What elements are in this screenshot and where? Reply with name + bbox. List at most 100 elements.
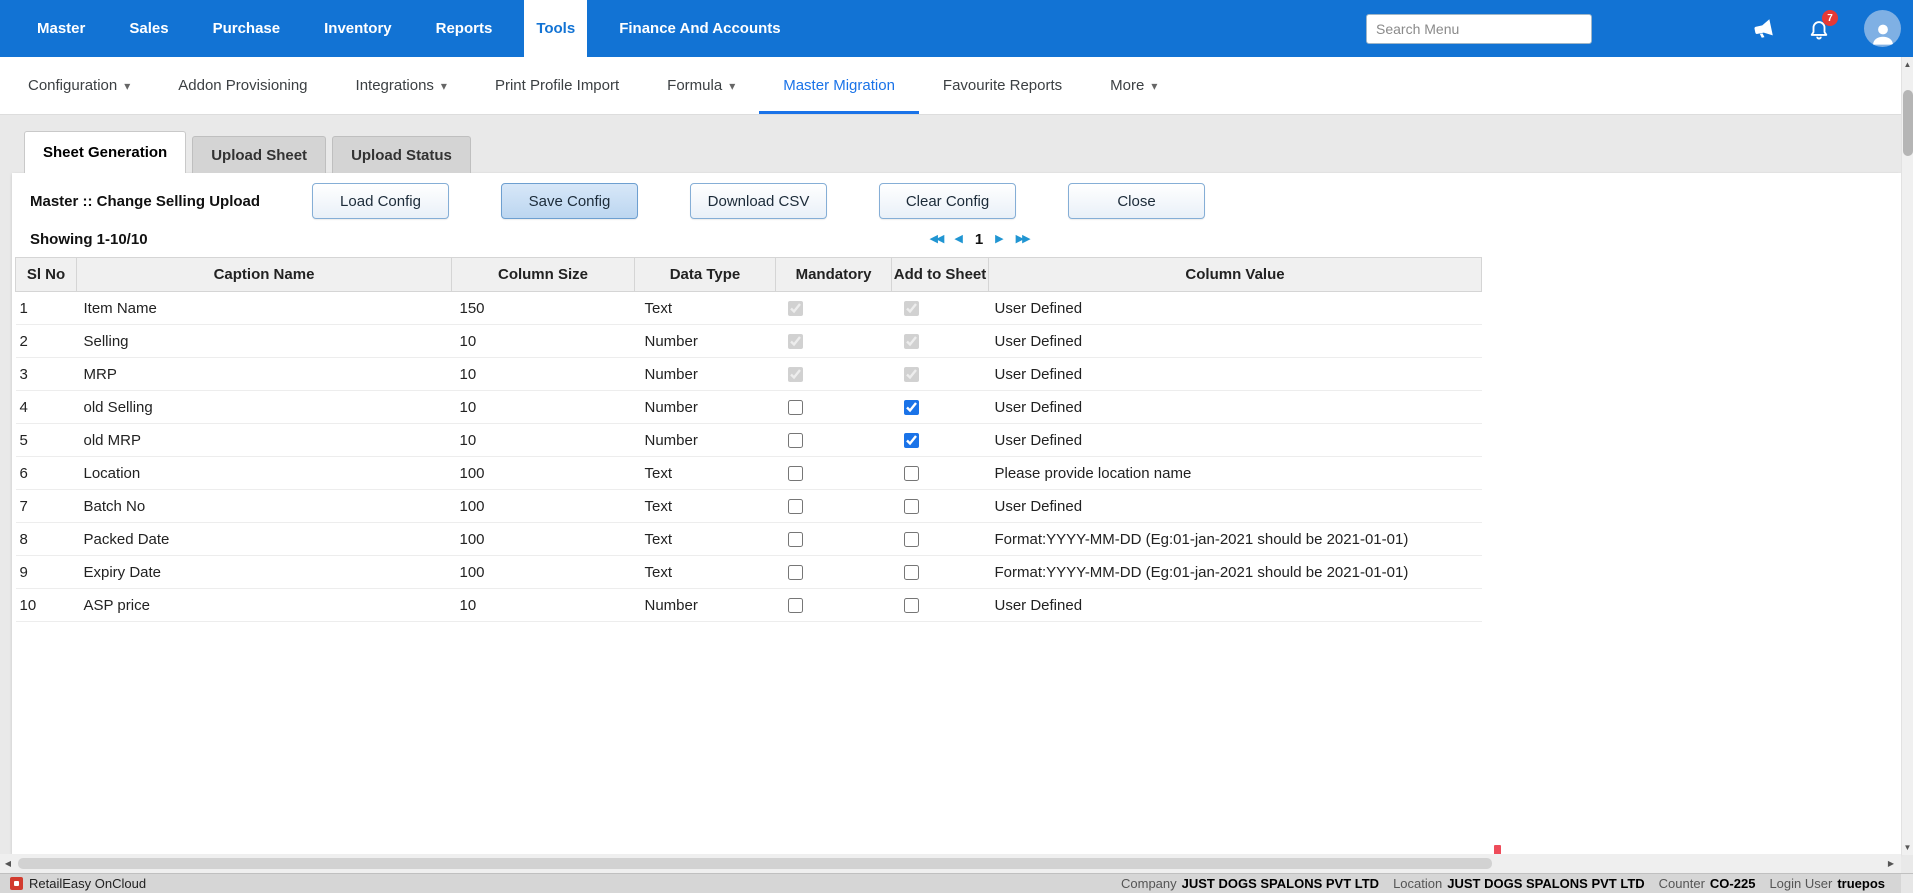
subnav-item-configuration[interactable]: Configuration ▾	[4, 57, 154, 114]
mandatory-checkbox[interactable]	[788, 532, 803, 547]
login-user-label: Login User	[1769, 876, 1832, 891]
search-menu-input[interactable]	[1366, 14, 1592, 44]
megaphone-glyph	[1750, 15, 1776, 41]
counter-field: Counter CO-225	[1659, 876, 1756, 891]
cell-column-value: User Defined	[989, 358, 1482, 391]
vertical-scrollbar[interactable]: ▲ ▼	[1901, 57, 1913, 855]
next-page-icon[interactable]: ▶	[995, 234, 1003, 245]
cell-sl-no: 6	[16, 457, 77, 490]
mandatory-checkbox[interactable]	[788, 400, 803, 415]
company-value: JUST DOGS SPALONS PVT LTD	[1182, 876, 1379, 891]
counter-label: Counter	[1659, 876, 1705, 891]
mandatory-checkbox[interactable]	[788, 334, 803, 349]
mandatory-checkbox[interactable]	[788, 565, 803, 580]
session-info: Company JUST DOGS SPALONS PVT LTD Locati…	[1121, 876, 1885, 891]
cell-column-size: 10	[452, 589, 635, 622]
announcement-icon[interactable]	[1750, 15, 1776, 41]
add-to-sheet-checkbox[interactable]	[904, 433, 919, 448]
cell-column-size: 100	[452, 556, 635, 589]
tab-upload-sheet[interactable]: Upload Sheet	[192, 136, 326, 173]
vertical-scroll-thumb[interactable]	[1903, 90, 1913, 156]
page-title: Master :: Change Selling Upload	[30, 193, 312, 210]
subnav-item-print-profile-import[interactable]: Print Profile Import	[471, 57, 643, 114]
subnav-item-master-migration[interactable]: Master Migration	[759, 57, 919, 114]
add-to-sheet-checkbox[interactable]	[904, 565, 919, 580]
cell-add-to-sheet	[892, 358, 989, 391]
close-button[interactable]: Close	[1068, 183, 1205, 219]
subnav-item-addon-provisioning[interactable]: Addon Provisioning	[154, 57, 331, 114]
cell-column-size: 10	[452, 391, 635, 424]
subnav-item-more[interactable]: More ▾	[1086, 57, 1181, 114]
add-to-sheet-checkbox[interactable]	[904, 598, 919, 613]
mandatory-checkbox[interactable]	[788, 598, 803, 613]
cell-column-value: User Defined	[989, 292, 1482, 325]
header-mandatory: Mandatory	[776, 258, 892, 292]
cell-column-value: Format:YYYY-MM-DD (Eg:01-jan-2021 should…	[989, 523, 1482, 556]
cell-mandatory	[776, 424, 892, 457]
previous-page-icon[interactable]: ◀	[954, 234, 962, 245]
subnav-item-integrations[interactable]: Integrations ▾	[332, 57, 471, 114]
table-row: 4 old Selling 10 Number User Defined	[16, 391, 1482, 424]
add-to-sheet-checkbox[interactable]	[904, 400, 919, 415]
cell-column-value: Format:YYYY-MM-DD (Eg:01-jan-2021 should…	[989, 556, 1482, 589]
first-page-icon[interactable]: ◀◀	[929, 234, 942, 245]
cell-data-type: Text	[635, 556, 776, 589]
add-to-sheet-checkbox[interactable]	[904, 532, 919, 547]
subnav-item-favourite-reports[interactable]: Favourite Reports	[919, 57, 1086, 114]
header-caption-name: Caption Name	[77, 258, 452, 292]
cell-mandatory	[776, 391, 892, 424]
scroll-right-icon[interactable]: ▶	[1883, 859, 1899, 868]
add-to-sheet-checkbox[interactable]	[904, 466, 919, 481]
add-to-sheet-checkbox[interactable]	[904, 334, 919, 349]
add-to-sheet-checkbox[interactable]	[904, 499, 919, 514]
nav-item-tools[interactable]: Tools	[524, 0, 587, 57]
nav-item-sales[interactable]: Sales	[117, 0, 180, 57]
user-avatar[interactable]	[1864, 10, 1901, 47]
scroll-up-icon[interactable]: ▲	[1902, 57, 1913, 72]
tab-upload-status[interactable]: Upload Status	[332, 136, 471, 173]
nav-item-inventory[interactable]: Inventory	[312, 0, 404, 57]
main-menu: Master Sales Purchase Inventory Reports …	[15, 0, 803, 57]
cell-caption-name: Batch No	[77, 490, 452, 523]
location-value: JUST DOGS SPALONS PVT LTD	[1447, 876, 1644, 891]
nav-item-purchase[interactable]: Purchase	[201, 0, 293, 57]
topnav-right-cluster: 7	[1366, 0, 1913, 57]
mandatory-checkbox[interactable]	[788, 301, 803, 316]
nav-item-reports[interactable]: Reports	[424, 0, 505, 57]
cell-column-size: 150	[452, 292, 635, 325]
scroll-down-icon[interactable]: ▼	[1902, 840, 1913, 855]
scroll-left-icon[interactable]: ◀	[0, 859, 16, 868]
horizontal-scrollbar[interactable]: ◀ ▶	[0, 854, 1901, 873]
download-csv-button[interactable]: Download CSV	[690, 183, 827, 219]
header-data-type: Data Type	[635, 258, 776, 292]
cell-mandatory	[776, 325, 892, 358]
cell-caption-name: Packed Date	[77, 523, 452, 556]
last-page-icon[interactable]: ▶▶	[1016, 234, 1029, 245]
mandatory-checkbox[interactable]	[788, 433, 803, 448]
current-page-number[interactable]: 1	[975, 231, 983, 248]
tab-sheet-generation[interactable]: Sheet Generation	[24, 131, 186, 173]
sheet-config-table: Sl No Caption Name Column Size Data Type…	[15, 257, 1482, 622]
notification-bell-icon[interactable]: 7	[1808, 17, 1830, 40]
table-row: 1 Item Name 150 Text User Defined	[16, 292, 1482, 325]
cell-add-to-sheet	[892, 556, 989, 589]
add-to-sheet-checkbox[interactable]	[904, 301, 919, 316]
clear-config-button[interactable]: Clear Config	[879, 183, 1016, 219]
add-to-sheet-checkbox[interactable]	[904, 367, 919, 382]
load-config-button[interactable]: Load Config	[312, 183, 449, 219]
mandatory-checkbox[interactable]	[788, 499, 803, 514]
subnav-item-formula[interactable]: Formula ▾	[643, 57, 759, 114]
cell-column-value: Please provide location name	[989, 457, 1482, 490]
nav-item-finance-and-accounts[interactable]: Finance And Accounts	[607, 0, 792, 57]
mandatory-checkbox[interactable]	[788, 466, 803, 481]
sheet-table-body: 1 Item Name 150 Text User Defined 2 Sell…	[16, 292, 1482, 622]
nav-item-master[interactable]: Master	[25, 0, 97, 57]
cell-column-size: 100	[452, 457, 635, 490]
cell-data-type: Number	[635, 424, 776, 457]
horizontal-scroll-thumb[interactable]	[18, 858, 1492, 869]
mandatory-checkbox[interactable]	[788, 367, 803, 382]
subnav-label: Favourite Reports	[943, 77, 1062, 94]
save-config-button[interactable]: Save Config	[501, 183, 638, 219]
cell-mandatory	[776, 490, 892, 523]
header-column-size: Column Size	[452, 258, 635, 292]
